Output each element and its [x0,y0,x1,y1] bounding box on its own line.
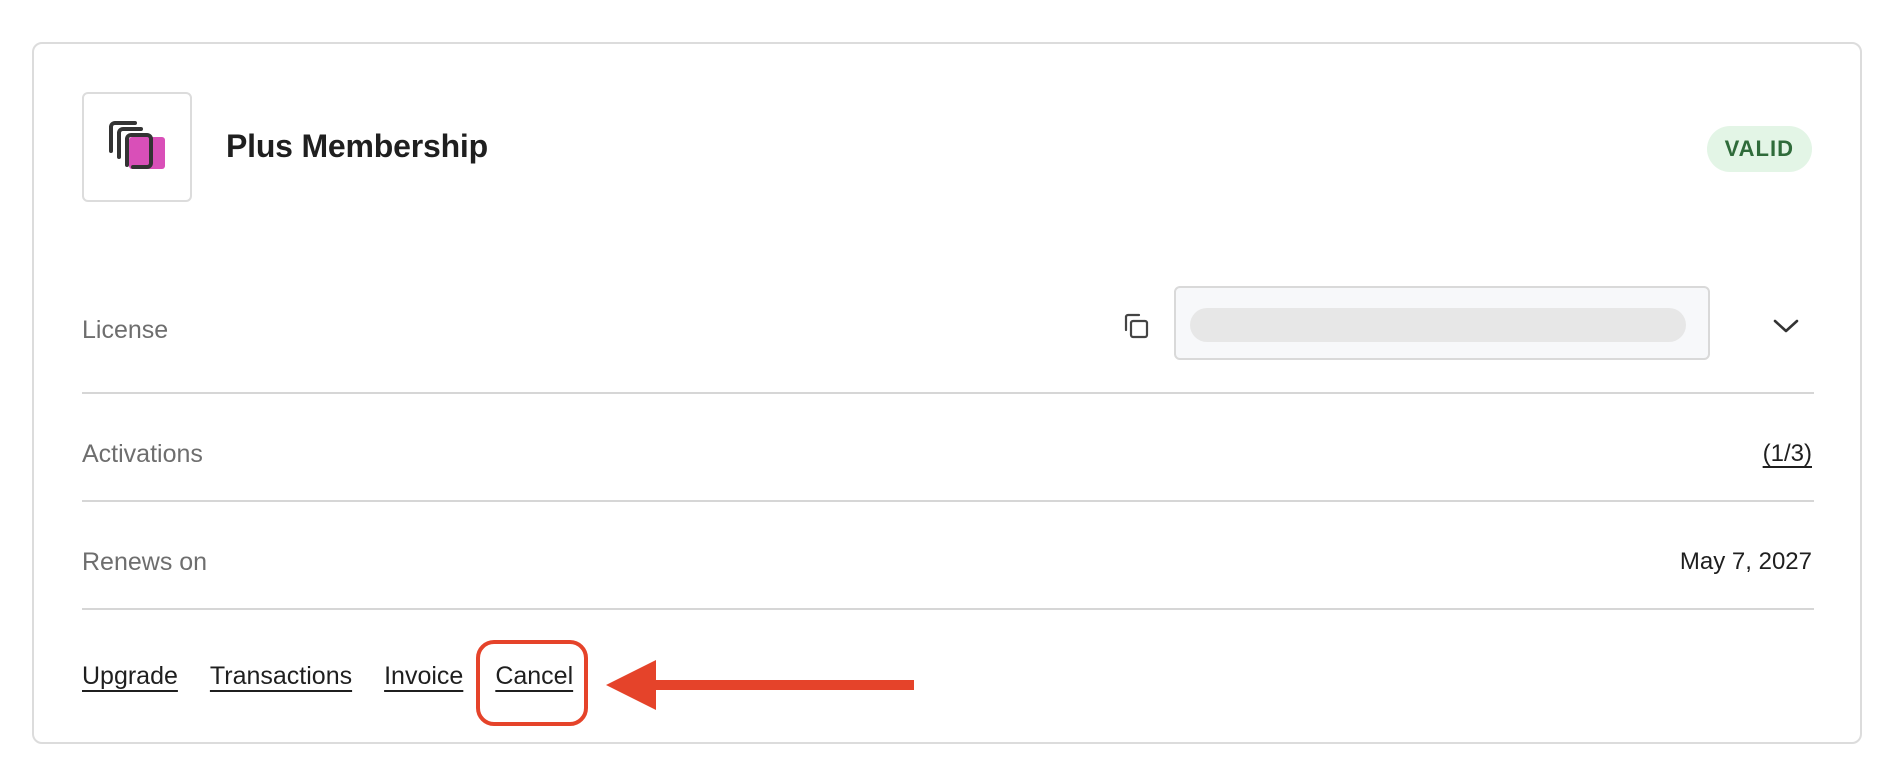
activations-count-link[interactable]: (1/3) [1763,440,1812,467]
copy-license-button[interactable] [1116,306,1156,346]
copy-icon [1124,313,1149,339]
transactions-link[interactable]: Transactions [210,662,352,691]
stacked-cards-icon [109,121,165,169]
license-key-field[interactable] [1174,286,1710,360]
license-key-redacted [1190,308,1686,342]
renewal-date: May 7, 2027 [1679,548,1812,575]
chevron-down-icon [1773,319,1799,333]
membership-card: Plus Membership VALID License Activation… [32,42,1862,744]
upgrade-link[interactable]: Upgrade [82,662,178,691]
product-title: Plus Membership [226,128,488,164]
product-logo [82,92,192,202]
pointer-arrow-icon [606,660,914,710]
activations-label: Activations [82,440,203,468]
status-badge: VALID [1706,126,1812,172]
cancel-highlight-box [476,640,588,726]
divider [82,608,1814,610]
divider [82,392,1814,394]
invoice-link[interactable]: Invoice [384,662,463,691]
license-label: License [82,316,169,344]
divider [82,500,1814,502]
expand-license-button[interactable] [1766,306,1806,346]
renews-on-label: Renews on [82,548,208,576]
